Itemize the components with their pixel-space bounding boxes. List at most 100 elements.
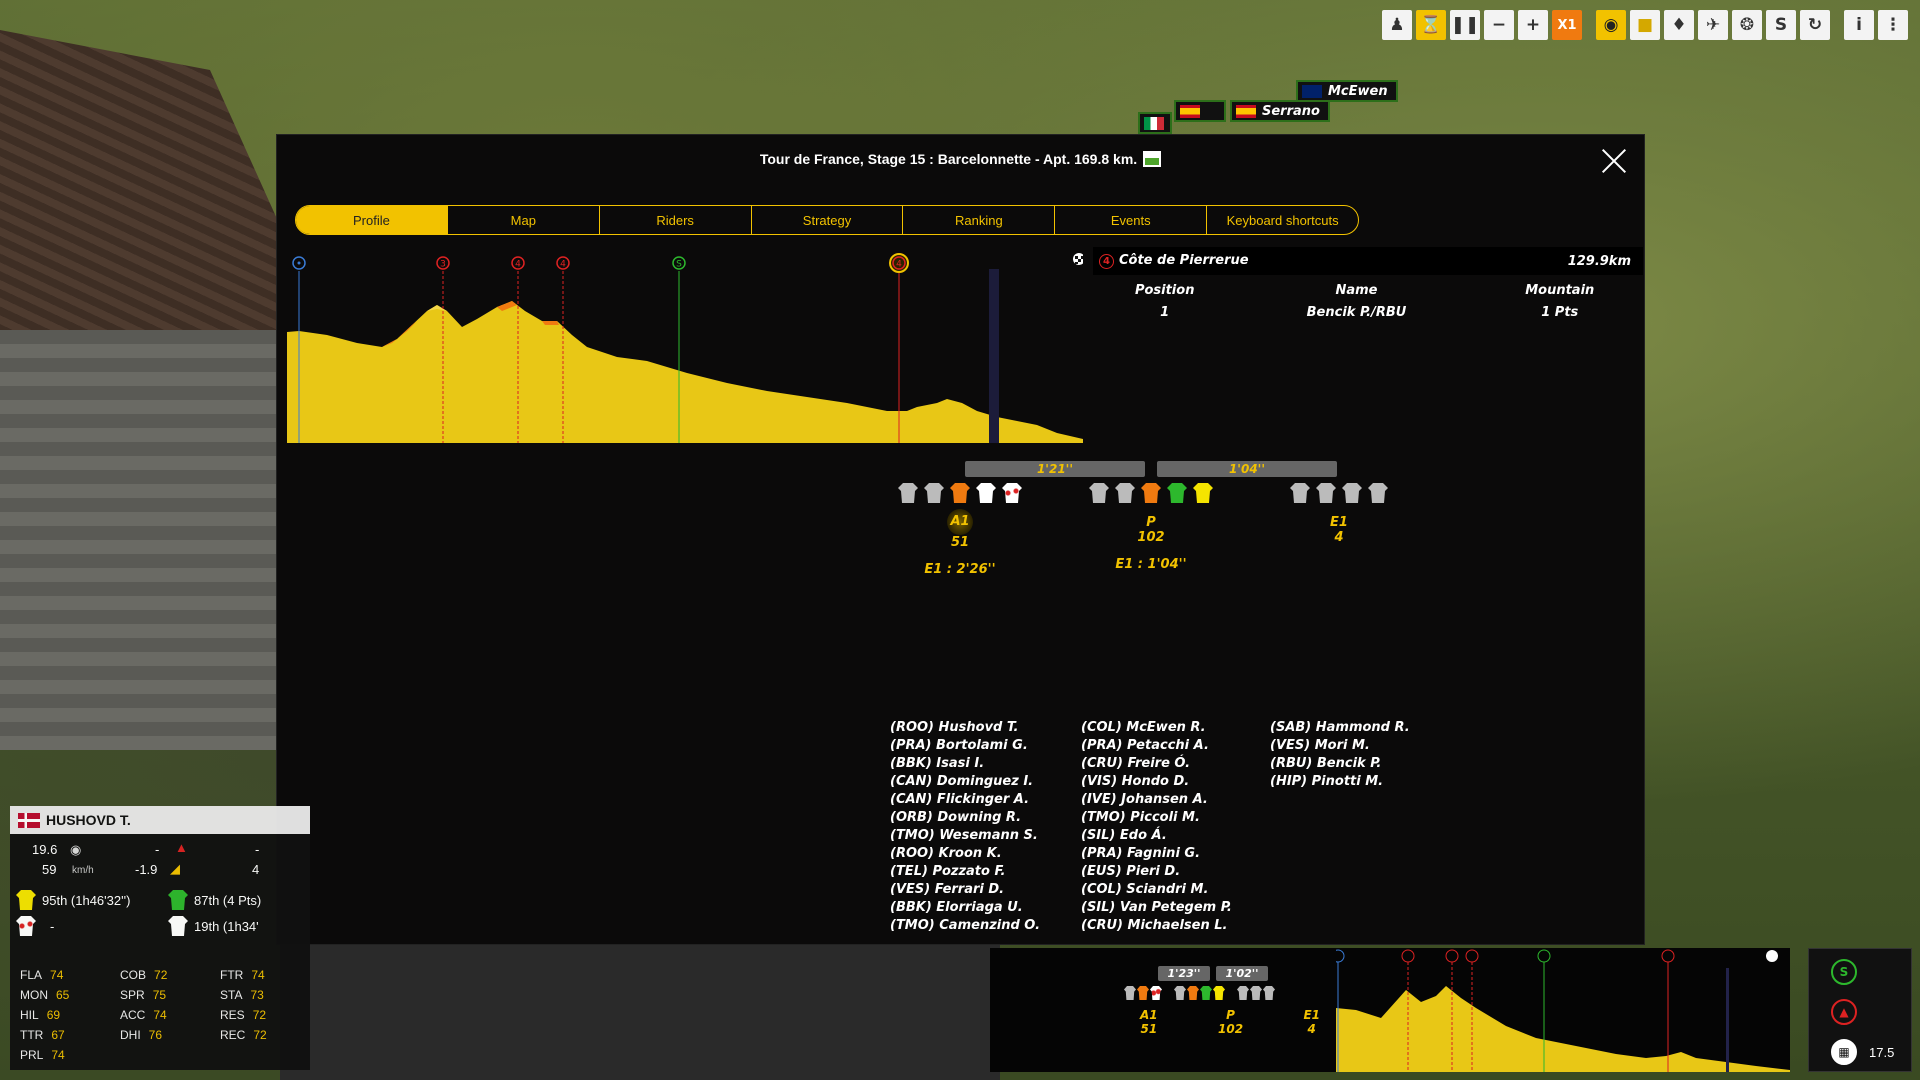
- tab-map[interactable]: Map: [448, 206, 600, 234]
- tab-keyboard-shortcuts[interactable]: Keyboard shortcuts: [1207, 206, 1358, 234]
- refresh-icon[interactable]: ↻: [1800, 10, 1830, 40]
- list-item[interactable]: (VES) Ferrari D.: [890, 881, 1040, 899]
- jersey-icon: [1237, 986, 1249, 1000]
- list-item[interactable]: (SIL) Van Petegem P.: [1081, 899, 1232, 917]
- group-p-riders: (COL) McEwen R. (PRA) Petacchi A. (CRU) …: [1081, 719, 1232, 935]
- list-item[interactable]: (RBU) Bencik P.: [1270, 755, 1410, 773]
- jersey-icon: [1124, 986, 1136, 1000]
- rider-tag-serrano[interactable]: Serrano: [1230, 100, 1330, 122]
- flag-icon: [18, 812, 40, 828]
- climb-results-table: Position Name Mountain 1 Bencik P./RBU 1…: [1093, 279, 1643, 323]
- sprint-icon[interactable]: S: [1831, 959, 1857, 985]
- climb-category-icon: 4: [1099, 254, 1114, 269]
- group-e1[interactable]: E1 4: [1239, 483, 1439, 545]
- jersey-icon: [1250, 986, 1262, 1000]
- list-item[interactable]: (VIS) Hondo D.: [1081, 773, 1232, 791]
- rider-tag-partial[interactable]: [1174, 100, 1226, 122]
- list-item[interactable]: (HIP) Pinotti M.: [1270, 773, 1410, 791]
- polka-jersey-icon: [16, 916, 36, 936]
- group-a1[interactable]: A1 51 E1 : 2'26'': [860, 483, 1060, 577]
- list-item[interactable]: (TMO) Camenzind O.: [890, 917, 1040, 935]
- white-jersey-icon: [168, 916, 188, 936]
- list-item[interactable]: (VES) Mori M.: [1270, 737, 1410, 755]
- rider-number: 4: [252, 862, 260, 877]
- wheel-icon[interactable]: ❂: [1732, 10, 1762, 40]
- jersey-icon: [1141, 483, 1161, 503]
- svg-text:4: 4: [896, 260, 902, 270]
- mountain-icon[interactable]: ▲: [1831, 999, 1857, 1025]
- mini-gap-bar: 1'23'': [1158, 966, 1210, 981]
- list-item[interactable]: (ORB) Downing R.: [890, 809, 1040, 827]
- name-cell: Bencik P./RBU: [1306, 304, 1407, 320]
- hourglass-icon[interactable]: ⌛: [1416, 10, 1446, 40]
- rider-tag-partial[interactable]: [1138, 112, 1172, 134]
- list-item[interactable]: (PRA) Bortolami G.: [890, 737, 1040, 755]
- list-item[interactable]: (IVE) Johansen A.: [1081, 791, 1232, 809]
- jersey-icon: [1174, 986, 1186, 1000]
- list-item[interactable]: (TMO) Piccoli M.: [1081, 809, 1232, 827]
- eye-icon[interactable]: ◉: [1596, 10, 1626, 40]
- tab-riders[interactable]: Riders: [600, 206, 752, 234]
- list-item[interactable]: (SAB) Hammond R.: [1270, 719, 1410, 737]
- list-item[interactable]: (CAN) Flickinger A.: [890, 791, 1040, 809]
- jersey-icon: [1342, 483, 1362, 503]
- rider-icon[interactable]: ♟: [1382, 10, 1412, 40]
- pause-icon[interactable]: ❚❚: [1450, 10, 1480, 40]
- tab-events[interactable]: Events: [1055, 206, 1208, 234]
- list-item[interactable]: (PRA) Fagnini G.: [1081, 845, 1232, 863]
- list-item[interactable]: (ROO) Kroon K.: [890, 845, 1040, 863]
- group-count: 51: [950, 535, 970, 550]
- plus-icon[interactable]: +: [1518, 10, 1548, 40]
- helicopter-icon[interactable]: ✈: [1698, 10, 1728, 40]
- stage-profile[interactable]: 3 4 4 S 4: [287, 247, 1083, 443]
- close-button[interactable]: [1600, 147, 1628, 175]
- stage-info-modal: Tour de France, Stage 15 : Barcelonnette…: [276, 134, 1645, 945]
- speed-unit: km/h: [72, 865, 94, 876]
- background-wall: [0, 330, 290, 750]
- table-row[interactable]: 1 Bencik P./RBU 1 Pts: [1093, 301, 1643, 323]
- svg-text:4: 4: [515, 260, 521, 270]
- tab-ranking[interactable]: Ranking: [903, 206, 1056, 234]
- list-item[interactable]: (BBK) Isasi I.: [890, 755, 1040, 773]
- stat-cob: COB 72: [120, 968, 168, 982]
- list-item[interactable]: (PRA) Petacchi A.: [1081, 737, 1232, 755]
- list-item[interactable]: (ROO) Hushovd T.: [890, 719, 1040, 737]
- stat-ftr: FTR 74: [220, 968, 265, 982]
- menu-icon[interactable]: ⋮: [1878, 10, 1908, 40]
- mini-group-labels: A1 51 P 102 E1 4: [1140, 1008, 1320, 1036]
- list-item[interactable]: (BBK) Elorriaga U.: [890, 899, 1040, 917]
- sprint-icon[interactable]: S: [1766, 10, 1796, 40]
- mini-profile-chart[interactable]: [1336, 948, 1790, 1072]
- jersey-list: [1174, 986, 1225, 1000]
- car-icon[interactable]: ■: [1630, 10, 1660, 40]
- moto-icon[interactable]: ♦: [1664, 10, 1694, 40]
- mini-stage-profile[interactable]: 1'23'' 1'02'' A1 51 P 102 E1 4: [990, 948, 1790, 1072]
- list-item[interactable]: (COL) McEwen R.: [1081, 719, 1232, 737]
- jersey-icon: [1002, 483, 1022, 503]
- group-count: 102: [1137, 530, 1165, 545]
- list-item[interactable]: (CAN) Dominguez I.: [890, 773, 1040, 791]
- info-icon[interactable]: i: [1844, 10, 1874, 40]
- list-item[interactable]: (TMO) Wesemann S.: [890, 827, 1040, 845]
- list-item[interactable]: (CRU) Michaelsen L.: [1081, 917, 1232, 935]
- rider-tag-mcewen[interactable]: McEwen: [1296, 80, 1398, 102]
- list-item[interactable]: (TEL) Pozzato F.: [890, 863, 1040, 881]
- list-item[interactable]: (EUS) Pieri D.: [1081, 863, 1232, 881]
- rider-info-panel[interactable]: HUSHOVD T. 19.6 ◉ - ▲ - 59 km/h -1.9 ◢ 4…: [10, 806, 310, 1070]
- jersey-list: [1237, 986, 1275, 1000]
- speed-button[interactable]: X1: [1552, 10, 1582, 40]
- tab-profile[interactable]: Profile: [296, 206, 448, 234]
- points-ranking: 87th (4 Pts): [168, 890, 261, 910]
- list-item[interactable]: (CRU) Freire Ó.: [1081, 755, 1232, 773]
- stat-rec: REC 72: [220, 1028, 267, 1042]
- group-count: 102: [1218, 1022, 1244, 1036]
- minus-icon[interactable]: −: [1484, 10, 1514, 40]
- list-item[interactable]: (SIL) Edo Á.: [1081, 827, 1232, 845]
- list-item[interactable]: (COL) Sciandri M.: [1081, 881, 1232, 899]
- group-gap: E1 : 2'26'': [924, 562, 996, 577]
- finish-flag-icon[interactable]: ▦: [1831, 1039, 1857, 1065]
- group-count: 51: [1140, 1022, 1158, 1036]
- group-p[interactable]: P 102 E1 : 1'04'': [1051, 483, 1251, 572]
- tab-strategy[interactable]: Strategy: [752, 206, 904, 234]
- position-cell: 1: [1160, 304, 1170, 320]
